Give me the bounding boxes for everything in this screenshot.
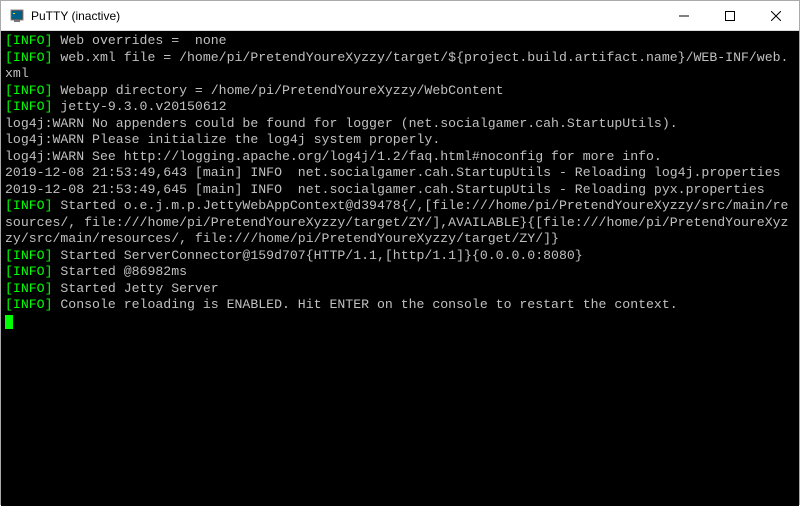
terminal-line: [INFO] Started o.e.j.m.p.JettyWebAppCont…	[5, 198, 795, 248]
log-level-tag: [INFO]	[5, 297, 52, 312]
log-text: jetty-9.3.0.v20150612	[52, 99, 226, 114]
window-controls	[661, 1, 799, 30]
log-text: log4j:WARN No appenders could be found f…	[5, 116, 678, 131]
terminal-line: [INFO] Started @86982ms	[5, 264, 795, 281]
terminal-line: [INFO] Started ServerConnector@159d707{H…	[5, 248, 795, 265]
log-text: 2019-12-08 21:53:49,643 [main] INFO net.…	[5, 165, 781, 180]
log-level-tag: [INFO]	[5, 248, 52, 263]
log-text: web.xml file = /home/pi/PretendYoureXyzz…	[5, 50, 788, 82]
terminal-line: log4j:WARN See http://logging.apache.org…	[5, 149, 795, 166]
log-text: Console reloading is ENABLED. Hit ENTER …	[52, 297, 677, 312]
log-level-tag: [INFO]	[5, 264, 52, 279]
terminal-line: 2019-12-08 21:53:49,643 [main] INFO net.…	[5, 165, 795, 182]
terminal-line: [INFO] Web overrides = none	[5, 33, 795, 50]
log-text: Web overrides = none	[52, 33, 226, 48]
terminal-line: 2019-12-08 21:53:49,645 [main] INFO net.…	[5, 182, 795, 199]
log-text: Started ServerConnector@159d707{HTTP/1.1…	[52, 248, 582, 263]
terminal-line: log4j:WARN No appenders could be found f…	[5, 116, 795, 133]
terminal-line: [INFO] Started Jetty Server	[5, 281, 795, 298]
terminal-cursor	[5, 315, 13, 329]
log-level-tag: [INFO]	[5, 99, 52, 114]
log-text: Started Jetty Server	[52, 281, 218, 296]
terminal-line: log4j:WARN Please initialize the log4j s…	[5, 132, 795, 149]
minimize-button[interactable]	[661, 1, 707, 30]
putty-icon	[9, 8, 25, 24]
terminal-line: [INFO] jetty-9.3.0.v20150612	[5, 99, 795, 116]
log-text: Started @86982ms	[52, 264, 187, 279]
log-text: log4j:WARN Please initialize the log4j s…	[5, 132, 440, 147]
terminal-line: [INFO] web.xml file = /home/pi/PretendYo…	[5, 50, 795, 83]
maximize-button[interactable]	[707, 1, 753, 30]
window-titlebar: PuTTY (inactive)	[1, 1, 799, 31]
log-level-tag: [INFO]	[5, 50, 52, 65]
log-level-tag: [INFO]	[5, 83, 52, 98]
close-button[interactable]	[753, 1, 799, 30]
log-text: log4j:WARN See http://logging.apache.org…	[5, 149, 662, 164]
log-text: Webapp directory = /home/pi/PretendYoure…	[52, 83, 503, 98]
log-level-tag: [INFO]	[5, 198, 52, 213]
log-level-tag: [INFO]	[5, 281, 52, 296]
window-title: PuTTY (inactive)	[31, 9, 661, 23]
terminal-line: [INFO] Console reloading is ENABLED. Hit…	[5, 297, 795, 314]
log-level-tag: [INFO]	[5, 33, 52, 48]
terminal-output[interactable]: [INFO] Web overrides = none[INFO] web.xm…	[1, 31, 799, 506]
terminal-line: [INFO] Webapp directory = /home/pi/Prete…	[5, 83, 795, 100]
log-text: 2019-12-08 21:53:49,645 [main] INFO net.…	[5, 182, 765, 197]
log-text: Started o.e.j.m.p.JettyWebAppContext@d39…	[5, 198, 788, 246]
